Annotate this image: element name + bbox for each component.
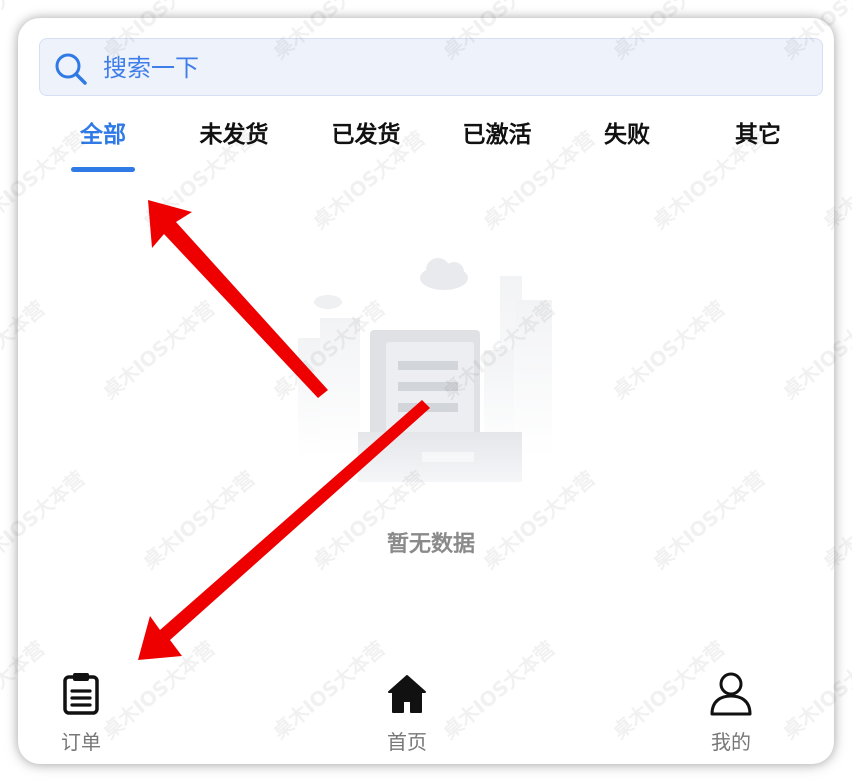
tab-shipped[interactable]: 已发货: [311, 114, 421, 156]
user-icon: [710, 672, 752, 716]
nav-orders-label: 订单: [61, 730, 101, 754]
nav-profile-label: 我的: [711, 730, 751, 754]
empty-document-icon: [298, 258, 552, 482]
tab-unshipped[interactable]: 未发货: [179, 114, 289, 156]
tab-other[interactable]: 其它: [703, 114, 813, 156]
nav-home-label: 首页: [387, 730, 427, 754]
tab-failed[interactable]: 失败: [572, 114, 682, 156]
clipboard-icon: [63, 673, 99, 715]
tab-all[interactable]: 全部: [48, 114, 158, 156]
nav-profile[interactable]: 我的: [668, 658, 788, 758]
tab-activated[interactable]: 已激活: [442, 114, 552, 156]
nav-orders[interactable]: 订单: [18, 658, 138, 758]
search-input[interactable]: 搜索一下: [103, 53, 199, 83]
bottom-tab-bar: 订单 首页 我的: [18, 658, 834, 764]
search-bar[interactable]: 搜索一下: [39, 38, 823, 96]
nav-home[interactable]: 首页: [344, 658, 464, 758]
order-status-tabs: 全部 未发货 已发货 已激活 失败 其它: [18, 114, 834, 174]
active-tab-indicator: [71, 167, 135, 172]
empty-state-message: 暂无数据: [386, 532, 475, 557]
home-icon: [388, 675, 426, 713]
search-icon: [55, 53, 87, 85]
app-screen: 搜索一下 全部 未发货 已发货 已激活 失败 其它 暂无数据 订单 首页 我的: [18, 18, 834, 764]
